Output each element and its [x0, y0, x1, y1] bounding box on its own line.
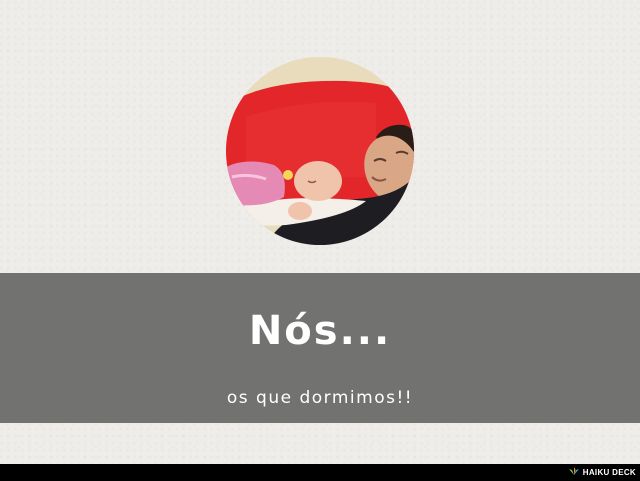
footer-bar: HAIKU DECK: [0, 464, 640, 480]
haiku-deck-brand[interactable]: HAIKU DECK: [568, 465, 636, 479]
slide-subtitle: os que dormimos!!: [226, 388, 414, 408]
brand-label: HAIKU DECK: [582, 467, 636, 477]
slide: Nós... os que dormimos!!: [0, 0, 640, 464]
title-band: Nós... os que dormimos!!: [0, 273, 640, 423]
slide-photo: [226, 57, 414, 245]
haiku-deck-logo-icon: [568, 463, 580, 481]
photo-illustration: [226, 57, 414, 245]
slide-title: Nós...: [248, 308, 392, 354]
